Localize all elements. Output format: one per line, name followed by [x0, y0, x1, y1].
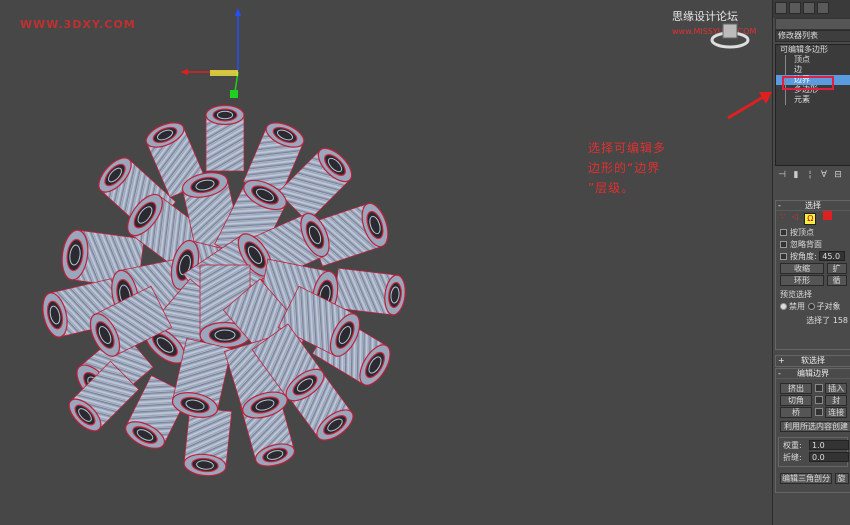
modifier-stack[interactable]: 可编辑多边形 顶点 边 边界 多边形 元素 — [775, 44, 850, 166]
tab-modify-icon[interactable] — [789, 2, 801, 14]
chamfer-settings-icon[interactable] — [814, 396, 823, 404]
cylinder-cluster — [42, 104, 406, 477]
highlight-box — [782, 76, 834, 90]
annotation-text: 选择可编辑多 边形的“边界 ”层级。 — [588, 138, 698, 198]
modifier-list-dropdown[interactable]: 修改器列表 — [775, 30, 850, 42]
extrude-settings-icon[interactable] — [814, 384, 823, 392]
border-mode-icon[interactable]: Ω — [804, 213, 817, 225]
by-angle-checkbox[interactable] — [780, 253, 787, 260]
ignore-backfacing-row[interactable]: 忽略背面 — [776, 239, 850, 251]
stack-item-editable-poly[interactable]: 可编辑多边形 — [776, 45, 850, 55]
edit-triangulation-button[interactable]: 编辑三角剖分 — [780, 473, 832, 484]
turn-button[interactable]: 旋 — [834, 473, 849, 484]
by-vertex-row[interactable]: 按顶点 — [776, 227, 850, 239]
soft-selection-rollout[interactable]: + 软选择 — [775, 355, 850, 367]
create-shape-row: 利用所选内容创建 — [776, 421, 850, 433]
weight-spinner[interactable]: 1.0 — [809, 440, 849, 450]
ring-loop-row: 环形 循 — [776, 275, 850, 287]
viewport-perspective[interactable]: WWW.3DXY.COM 思缘设计论坛 www.MISSYUAN.COM 选择可… — [0, 0, 772, 525]
show-end-result-icon[interactable]: ▮ — [791, 170, 801, 180]
stack-toolbar: ⊣ ▮ ¦ ∀ ⊟ — [777, 170, 850, 184]
stack-label: 可编辑多边形 — [780, 45, 828, 54]
subobject-radio[interactable] — [807, 303, 815, 310]
polygon-mode-icon[interactable] — [822, 211, 832, 220]
edge-mode-icon[interactable]: ◁ — [792, 212, 798, 221]
weight-crease-group: 权重: 1.0 折缝: 0.0 — [778, 437, 849, 467]
remove-modifier-icon[interactable]: ∀ — [819, 170, 829, 180]
bridge-row: 桥 连接 — [776, 407, 850, 419]
stack-item-edge[interactable]: 边 — [776, 65, 850, 75]
edit-borders-rollout: - 编辑边界 挤出 插入 切角 封 桥 连接 利用所选内容创建 权重: 1.0 折缝… — [775, 368, 850, 493]
selection-info: 选择了 158 — [806, 316, 848, 325]
annotation-line-1: 选择可编辑多 — [588, 141, 667, 155]
chamfer-button[interactable]: 切角 — [780, 395, 812, 406]
extrude-button[interactable]: 挤出 — [780, 383, 812, 394]
crease-spinner[interactable]: 0.0 — [809, 452, 849, 462]
annotation-line-3: ”层级。 — [588, 181, 635, 195]
ignore-backfacing-checkbox[interactable] — [780, 241, 787, 248]
angle-spinner[interactable]: 45.0 — [819, 251, 846, 261]
stack-label: 顶点 — [794, 55, 810, 64]
make-unique-icon[interactable]: ¦ — [805, 170, 815, 180]
cap-button[interactable]: 封 — [825, 395, 848, 406]
weight-row: 权重: 1.0 — [779, 440, 849, 452]
stack-label: 元素 — [794, 95, 810, 104]
mesh-model[interactable] — [0, 0, 772, 525]
connect-button[interactable]: 连接 — [825, 407, 848, 418]
insert-button[interactable]: 插入 — [825, 383, 848, 394]
soft-selection-title[interactable]: + 软选择 — [776, 356, 850, 366]
tab-hierarchy-icon[interactable] — [803, 2, 815, 14]
weight-label: 权重: — [783, 441, 802, 450]
command-panel: 修改器列表 可编辑多边形 顶点 边 边界 多边形 元素 ⊣ ▮ ¦ ∀ ⊟ -选… — [772, 0, 850, 525]
crease-label: 折缝: — [783, 453, 802, 462]
edit-tri-row: 编辑三角剖分 旋 — [776, 473, 850, 485]
viewcube[interactable] — [710, 20, 750, 50]
subobject-buttons: ∵ ◁ Ω — [776, 211, 850, 227]
preview-selection-title: 预览选择 — [780, 290, 812, 299]
shrink-grow-row: 收缩 扩 — [776, 263, 850, 275]
subobject-label: 子对象 — [816, 302, 841, 311]
rollout-title-text: 选择 — [805, 201, 821, 210]
panel-tabs — [773, 0, 850, 18]
stack-label: 边 — [794, 65, 802, 74]
annotation-line-2: 边形的“边界 — [588, 161, 661, 175]
ring-button[interactable]: 环形 — [780, 275, 824, 286]
arrow-pointer — [727, 92, 772, 120]
by-vertex-label: 按顶点 — [790, 228, 814, 237]
configure-sets-icon[interactable]: ⊟ — [833, 170, 843, 180]
by-angle-label: 按角度: — [790, 252, 817, 261]
loop-button[interactable]: 循 — [826, 275, 847, 286]
stack-item-vertex[interactable]: 顶点 — [776, 55, 850, 65]
bridge-button[interactable]: 桥 — [780, 407, 812, 418]
bridge-settings-icon[interactable] — [814, 408, 823, 416]
create-shape-button[interactable]: 利用所选内容创建 — [780, 421, 850, 432]
ignore-backfacing-label: 忽略背面 — [790, 240, 822, 249]
grow-button[interactable]: 扩 — [826, 263, 847, 274]
tab-create-icon[interactable] — [775, 2, 787, 14]
edit-borders-title[interactable]: - 编辑边界 — [776, 369, 850, 379]
pin-stack-icon[interactable]: ⊣ — [777, 170, 787, 180]
preview-options: 禁用 子对象 — [776, 301, 850, 313]
object-name-field[interactable] — [775, 18, 850, 30]
transform-gizmo[interactable] — [180, 8, 241, 99]
by-vertex-checkbox[interactable] — [780, 229, 787, 236]
disabled-radio[interactable] — [780, 303, 787, 310]
stack-item-element[interactable]: 元素 — [776, 95, 850, 105]
crease-row: 折缝: 0.0 — [779, 452, 849, 464]
shrink-button[interactable]: 收缩 — [780, 263, 824, 274]
selection-rollout: - 选择 ∵ ◁ Ω 按顶点 忽略背面 按角度: 45.0 收缩 扩 环形 循 预… — [775, 200, 850, 350]
vertex-mode-icon[interactable]: ∵ — [780, 212, 785, 221]
disabled-label: 禁用 — [789, 302, 805, 311]
rollout-title-text: 软选择 — [801, 356, 825, 365]
cylinder-mesh — [183, 406, 233, 477]
tab-motion-icon[interactable] — [817, 2, 829, 14]
cylinder-mesh — [205, 104, 245, 172]
by-angle-row[interactable]: 按角度: 45.0 — [776, 251, 850, 263]
chamfer-row: 切角 封 — [776, 395, 850, 407]
rollout-title-text: 编辑边界 — [797, 369, 829, 378]
selection-rollout-title[interactable]: - 选择 — [776, 201, 850, 211]
extrude-row: 挤出 插入 — [776, 383, 850, 395]
